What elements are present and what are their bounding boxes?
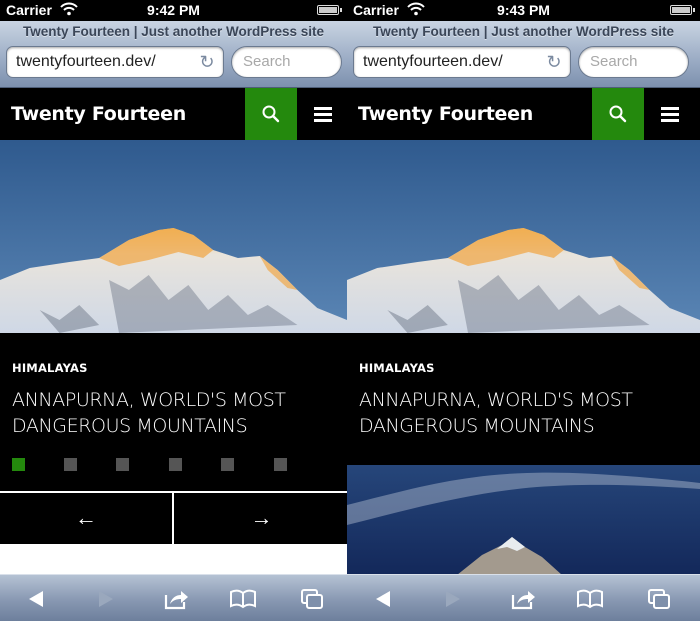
battery-icon bbox=[317, 5, 342, 15]
share-icon bbox=[164, 590, 188, 609]
second-featured-image[interactable] bbox=[347, 465, 700, 575]
battery-icon bbox=[670, 5, 695, 15]
bookmarks-icon bbox=[230, 589, 256, 608]
site-header: Twenty Fourteen bbox=[0, 88, 347, 140]
site-header: Twenty Fourteen bbox=[347, 88, 700, 140]
slider-nav: ← → bbox=[0, 491, 347, 544]
slider-dot[interactable] bbox=[221, 458, 234, 471]
post-headline[interactable]: ANNAPURNA, WORLD'S MOST DANGEROUS MOUNTA… bbox=[12, 387, 332, 439]
mountain-image bbox=[347, 140, 700, 333]
safari-toolbar bbox=[0, 574, 347, 621]
category-link[interactable]: HIMALAYAS bbox=[12, 361, 88, 375]
forward-button[interactable] bbox=[84, 575, 128, 621]
status-bar: Carrier 9:42 PM bbox=[0, 0, 347, 21]
safari-toolbar bbox=[347, 574, 700, 621]
featured-image[interactable] bbox=[347, 140, 700, 333]
search-field[interactable] bbox=[231, 46, 342, 78]
menu-toggle-button[interactable] bbox=[644, 88, 696, 140]
page-title: Twenty Fourteen | Just another WordPress… bbox=[22, 24, 325, 39]
status-time: 9:43 PM bbox=[497, 2, 550, 18]
url-field[interactable]: twentyfourteen.dev/ ↻ bbox=[353, 46, 571, 78]
share-button[interactable] bbox=[155, 575, 199, 621]
status-time: 9:42 PM bbox=[147, 2, 200, 18]
bookmarks-button[interactable] bbox=[221, 575, 265, 621]
tabs-icon bbox=[301, 588, 323, 609]
site-title[interactable]: Twenty Fourteen bbox=[358, 103, 533, 125]
share-button[interactable] bbox=[502, 575, 546, 621]
back-icon bbox=[29, 590, 43, 607]
site-title[interactable]: Twenty Fourteen bbox=[11, 103, 186, 125]
mountain-image bbox=[0, 140, 347, 333]
post-headline[interactable]: ANNAPURNA, WORLD'S MOST DANGEROUS MOUNTA… bbox=[359, 387, 679, 439]
back-button[interactable] bbox=[14, 575, 58, 621]
url-field[interactable]: twentyfourteen.dev/ ↻ bbox=[6, 46, 224, 78]
slider-prev-button[interactable]: ← bbox=[0, 493, 174, 544]
back-button[interactable] bbox=[361, 575, 405, 621]
forward-icon bbox=[446, 590, 460, 607]
search-toggle-button[interactable] bbox=[245, 88, 297, 140]
category-link[interactable]: HIMALAYAS bbox=[359, 361, 435, 375]
search-icon bbox=[609, 105, 627, 123]
slider-dot[interactable] bbox=[116, 458, 129, 471]
featured-image[interactable] bbox=[0, 140, 347, 333]
phone-right: Carrier 9:43 PM Twenty Fourteen | Just a… bbox=[347, 0, 700, 621]
slider-dot[interactable] bbox=[12, 458, 25, 471]
forward-icon bbox=[99, 590, 113, 607]
search-input[interactable] bbox=[590, 53, 680, 70]
slider-dot[interactable] bbox=[169, 458, 182, 471]
url-text[interactable]: twentyfourteen.dev/ bbox=[16, 53, 156, 71]
phone-left: Carrier 9:42 PM Twenty Fourteen | Just a… bbox=[0, 0, 347, 621]
tabs-icon bbox=[648, 588, 670, 609]
mountain-peak-image bbox=[347, 465, 700, 575]
back-icon bbox=[376, 590, 390, 607]
content-area bbox=[0, 544, 347, 574]
safari-address-bar: Twenty Fourteen | Just another WordPress… bbox=[347, 21, 700, 88]
tabs-button[interactable] bbox=[290, 575, 334, 621]
menu-icon bbox=[314, 107, 332, 110]
reload-icon[interactable]: ↻ bbox=[197, 52, 217, 72]
search-icon bbox=[262, 105, 280, 123]
slider-dot[interactable] bbox=[274, 458, 287, 471]
url-text[interactable]: twentyfourteen.dev/ bbox=[363, 53, 503, 71]
slider-dot[interactable] bbox=[64, 458, 77, 471]
menu-icon bbox=[661, 107, 679, 110]
reload-icon[interactable]: ↻ bbox=[544, 52, 564, 72]
search-input[interactable] bbox=[243, 53, 333, 70]
search-field[interactable] bbox=[578, 46, 689, 78]
share-icon bbox=[511, 590, 535, 609]
forward-button[interactable] bbox=[431, 575, 475, 621]
safari-address-bar: Twenty Fourteen | Just another WordPress… bbox=[0, 21, 347, 88]
bookmarks-button[interactable] bbox=[568, 575, 612, 621]
tabs-button[interactable] bbox=[637, 575, 681, 621]
bookmarks-icon bbox=[577, 589, 603, 608]
page-title: Twenty Fourteen | Just another WordPress… bbox=[372, 24, 675, 39]
status-bar: Carrier 9:43 PM bbox=[347, 0, 700, 21]
slider-next-button[interactable]: → bbox=[176, 493, 347, 544]
search-toggle-button[interactable] bbox=[592, 88, 644, 140]
menu-toggle-button[interactable] bbox=[297, 88, 347, 140]
